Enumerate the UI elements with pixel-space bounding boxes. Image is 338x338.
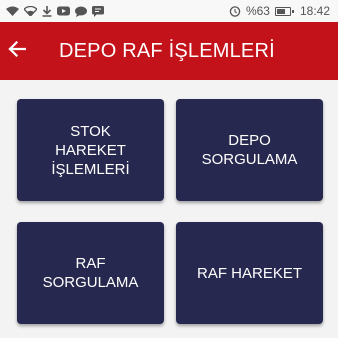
- menu-grid: STOK HAREKET İŞLEMLERİ DEPO SORGULAMA RA…: [17, 99, 323, 325]
- battery-icon: [274, 6, 294, 16]
- page-title: DEPO RAF İŞLEMLERİ: [59, 39, 275, 62]
- download-icon: [42, 5, 52, 17]
- shelf-movement-button[interactable]: RAF HAREKET: [176, 222, 323, 324]
- alarm-icon: [229, 5, 241, 17]
- status-icons-right: %63 18:42: [229, 4, 330, 18]
- clock: 18:42: [299, 4, 330, 18]
- back-button[interactable]: [2, 36, 32, 66]
- wifi-icon: [24, 6, 37, 16]
- shelf-query-button[interactable]: RAF SORGULAMA: [17, 222, 164, 324]
- wifi-icon: [6, 6, 19, 16]
- sms-icon: [92, 5, 104, 17]
- app-bar: DEPO RAF İŞLEMLERİ: [0, 22, 338, 80]
- chat-icon: [75, 6, 87, 17]
- battery-percentage: %63: [245, 4, 270, 18]
- arrow-left-icon: [8, 40, 27, 62]
- stock-movement-operations-button[interactable]: STOK HAREKET İŞLEMLERİ: [17, 99, 164, 201]
- battery-level: [276, 8, 285, 14]
- status-bar: %63 18:42: [0, 0, 338, 22]
- status-icons-left: [6, 5, 104, 17]
- warehouse-query-button[interactable]: DEPO SORGULAMA: [176, 99, 323, 201]
- youtube-icon: [57, 6, 70, 16]
